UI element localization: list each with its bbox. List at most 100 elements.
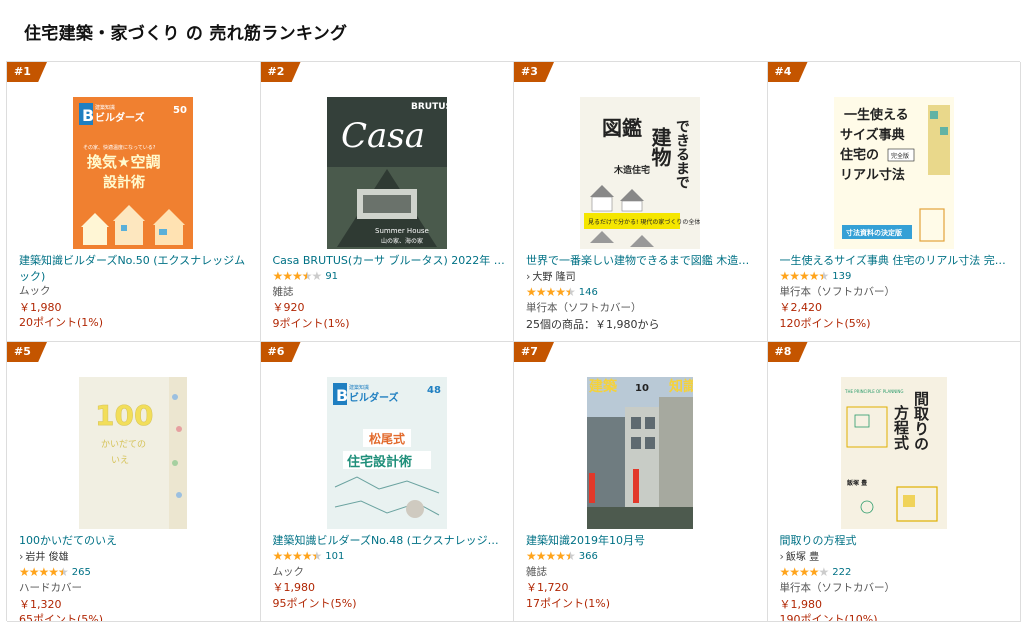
rating-count[interactable]: 366 — [579, 549, 598, 565]
book-cover[interactable]: B 建築知識 ビルダーズ 48 松尾式 住宅設計術 — [326, 377, 447, 529]
star-rating[interactable]: ★★★★★★ 101 — [273, 549, 506, 565]
book-cover[interactable]: THE PRINCIPLE OF PLANNING 間取りの 方程式 飯塚 豊 — [840, 377, 947, 529]
rating-count[interactable]: 146 — [579, 285, 598, 301]
star-rating[interactable]: ★★★★★★ 265 — [19, 565, 252, 581]
format-label: 雑誌 — [526, 565, 547, 578]
format-label: ムック — [19, 285, 51, 297]
product-title-link[interactable]: 世界で一番楽しい建物できるまで図鑑 木造住宅 — [526, 253, 759, 269]
ranking-item: #6 B 建築知識 ビルダーズ 48 松尾式 住宅設計術 建築知識ビルダーズNo… — [260, 342, 514, 622]
format-label: 単行本（ソフトカバー） — [526, 302, 642, 314]
rating-count[interactable]: 139 — [832, 269, 851, 285]
stars-icon: ★★★★★★ — [272, 268, 323, 283]
svg-text:飯塚 豊: 飯塚 豊 — [846, 479, 867, 487]
svg-text:見るだけで分かる! 現代の家づくりの全体が: 見るだけで分かる! 現代の家づくりの全体が — [588, 218, 700, 226]
svg-text:50: 50 — [173, 105, 187, 116]
rank-badge: #5 — [7, 342, 47, 362]
price: ￥920 — [272, 301, 305, 314]
points: 190ポイント(10%) — [779, 613, 878, 622]
format-label: ハードカバー — [19, 582, 82, 594]
star-rating[interactable]: ★★★★★ 222 — [780, 565, 1013, 581]
product-title-link[interactable]: 一生使えるサイズ事典 住宅のリアル寸法 完… — [780, 253, 1013, 269]
stars-icon: ★★★★★★ — [779, 268, 830, 283]
rank-badge: #6 — [261, 342, 301, 362]
points: 17ポイント(1%) — [526, 596, 611, 610]
svg-text:10: 10 — [635, 383, 649, 394]
rank-badge: #2 — [261, 62, 301, 82]
price: ￥1,980 — [272, 581, 316, 594]
price: ￥1,720 — [526, 581, 569, 594]
price: ￥2,420 — [779, 301, 823, 314]
svg-text:Summer House: Summer House — [375, 227, 429, 235]
svg-text:寸法資料の決定版: 寸法資料の決定版 — [846, 228, 902, 237]
svg-text:サイズ事典: サイズ事典 — [840, 127, 905, 143]
points: 120ポイント(5%) — [779, 316, 871, 330]
book-cover[interactable]: BRUTUS Casa Summer House 山の家、海の家 — [326, 97, 447, 249]
points: 95ポイント(5%) — [272, 596, 357, 610]
ranking-item: #8 THE PRINCIPLE OF PLANNING 間取りの 方程式 飯塚… — [767, 342, 1021, 622]
svg-text:ビルダーズ: ビルダーズ — [95, 111, 145, 124]
svg-text:建築知識: 建築知識 — [95, 104, 115, 111]
author-link[interactable]: 岩井 俊雄 — [19, 549, 252, 566]
product-title-link[interactable]: 建築知識ビルダーズNo.48 (エクスナレッジ… — [273, 533, 506, 549]
rating-count[interactable]: 91 — [325, 269, 338, 285]
product-title-link[interactable]: Casa BRUTUS(カーサ ブルータス) 2022年 … — [273, 253, 506, 269]
svg-text:THE PRINCIPLE OF PLANNING: THE PRINCIPLE OF PLANNING — [844, 389, 903, 394]
svg-text:いえ: いえ — [111, 455, 129, 466]
stars-icon: ★★★★★ — [779, 565, 830, 580]
points: 9ポイント(1%) — [272, 316, 350, 330]
svg-text:山の家、海の家: 山の家、海の家 — [381, 237, 423, 245]
svg-text:住宅の: 住宅の — [840, 147, 879, 163]
book-cover[interactable]: 100 かいだての いえ — [79, 377, 188, 529]
svg-text:知識: 知識 — [669, 378, 693, 395]
book-cover[interactable]: 建築 知識 10 — [587, 377, 694, 529]
price: ￥1,320 — [19, 597, 62, 611]
star-rating[interactable]: ★★★★★★ 91 — [273, 269, 506, 285]
star-rating[interactable]: ★★★★★★ 366 — [526, 549, 759, 565]
product-title-link[interactable]: 建築知識ビルダーズNo.50 (エクスナレッジムック) — [19, 253, 252, 284]
offers-text[interactable]: 25個の商品：￥1,980から — [526, 317, 759, 333]
stars-icon: ★★★★★★ — [526, 548, 576, 563]
svg-text:建物: 建物 — [648, 126, 672, 168]
points: 65ポイント(5%) — [19, 613, 104, 622]
product-title-link[interactable]: 間取りの方程式 — [780, 533, 1013, 549]
svg-text:48: 48 — [427, 385, 441, 396]
author-link[interactable]: 飯塚 豊 — [780, 549, 1013, 566]
svg-text:一生使える: 一生使える — [844, 107, 909, 123]
star-rating[interactable]: ★★★★★★ 146 — [526, 285, 759, 301]
product-title-link[interactable]: 100かいだてのいえ — [19, 533, 252, 549]
rating-count[interactable]: 222 — [832, 565, 851, 581]
rating-count[interactable]: 101 — [325, 549, 344, 565]
svg-text:Casa: Casa — [341, 116, 425, 156]
price: ￥1,980 — [19, 300, 62, 314]
svg-text:リアル寸法: リアル寸法 — [840, 167, 905, 183]
ranking-item: #1 B 建築知識 ビルダーズ 50 その家、快適温度になっている? 換気★空調… — [7, 62, 261, 342]
svg-text:住宅設計術: 住宅設計術 — [347, 454, 412, 470]
author-link[interactable]: 大野 隆司 — [526, 269, 759, 286]
ranking-grid: #1 B 建築知識 ビルダーズ 50 その家、快適温度になっている? 換気★空調… — [6, 61, 1021, 622]
cover-b-logo: B — [336, 386, 348, 405]
ranking-item: #4 一生使える サイズ事典 住宅の 完全版 リアル寸法 寸法資料の決定版 一生… — [767, 62, 1021, 342]
book-cover[interactable]: 図鑑 建物 できるまで 木造住宅 見るだけで分かる! 現代の家づくりの全体が — [580, 97, 701, 249]
format-label: 雑誌 — [272, 285, 294, 298]
points: 20ポイント(1%) — [19, 316, 104, 329]
product-title-link[interactable]: 建築知識2019年10月号 — [526, 533, 759, 549]
svg-text:図鑑: 図鑑 — [602, 116, 642, 140]
svg-text:BRUTUS: BRUTUS — [411, 102, 447, 112]
svg-text:松尾式: 松尾式 — [369, 431, 405, 446]
svg-text:かいだての: かいだての — [101, 439, 146, 450]
ranking-item: #7 建築 知識 10 建築知識2019年10月号 ★★★★★★ 366 — [514, 342, 768, 622]
svg-text:間取りの: 間取りの — [912, 391, 930, 451]
ranking-item: #2 BRUTUS Casa Summer House 山の家、海の家 Casa… — [260, 62, 514, 342]
rating-count[interactable]: 265 — [72, 565, 91, 581]
format-label: 単行本（ソフトカバー） — [779, 582, 896, 594]
stars-icon: ★★★★★★ — [526, 285, 576, 300]
book-cover[interactable]: B 建築知識 ビルダーズ 50 その家、快適温度になっている? 換気★空調 設計… — [73, 97, 194, 249]
star-rating[interactable]: ★★★★★★ 139 — [780, 269, 1013, 285]
ranking-item: #5 100 かいだての いえ 100かいだてのいえ 岩井 俊雄 ★★★★★★ … — [7, 342, 261, 622]
stars-icon: ★★★★★★ — [272, 548, 323, 563]
svg-text:完全版: 完全版 — [891, 152, 909, 160]
svg-text:換気★空調: 換気★空調 — [87, 153, 160, 171]
page-title: 住宅建築・家づくり の 売れ筋ランキング — [24, 24, 348, 44]
book-cover[interactable]: 一生使える サイズ事典 住宅の 完全版 リアル寸法 寸法資料の決定版 — [833, 97, 954, 249]
cover-b-logo: B — [82, 106, 94, 125]
